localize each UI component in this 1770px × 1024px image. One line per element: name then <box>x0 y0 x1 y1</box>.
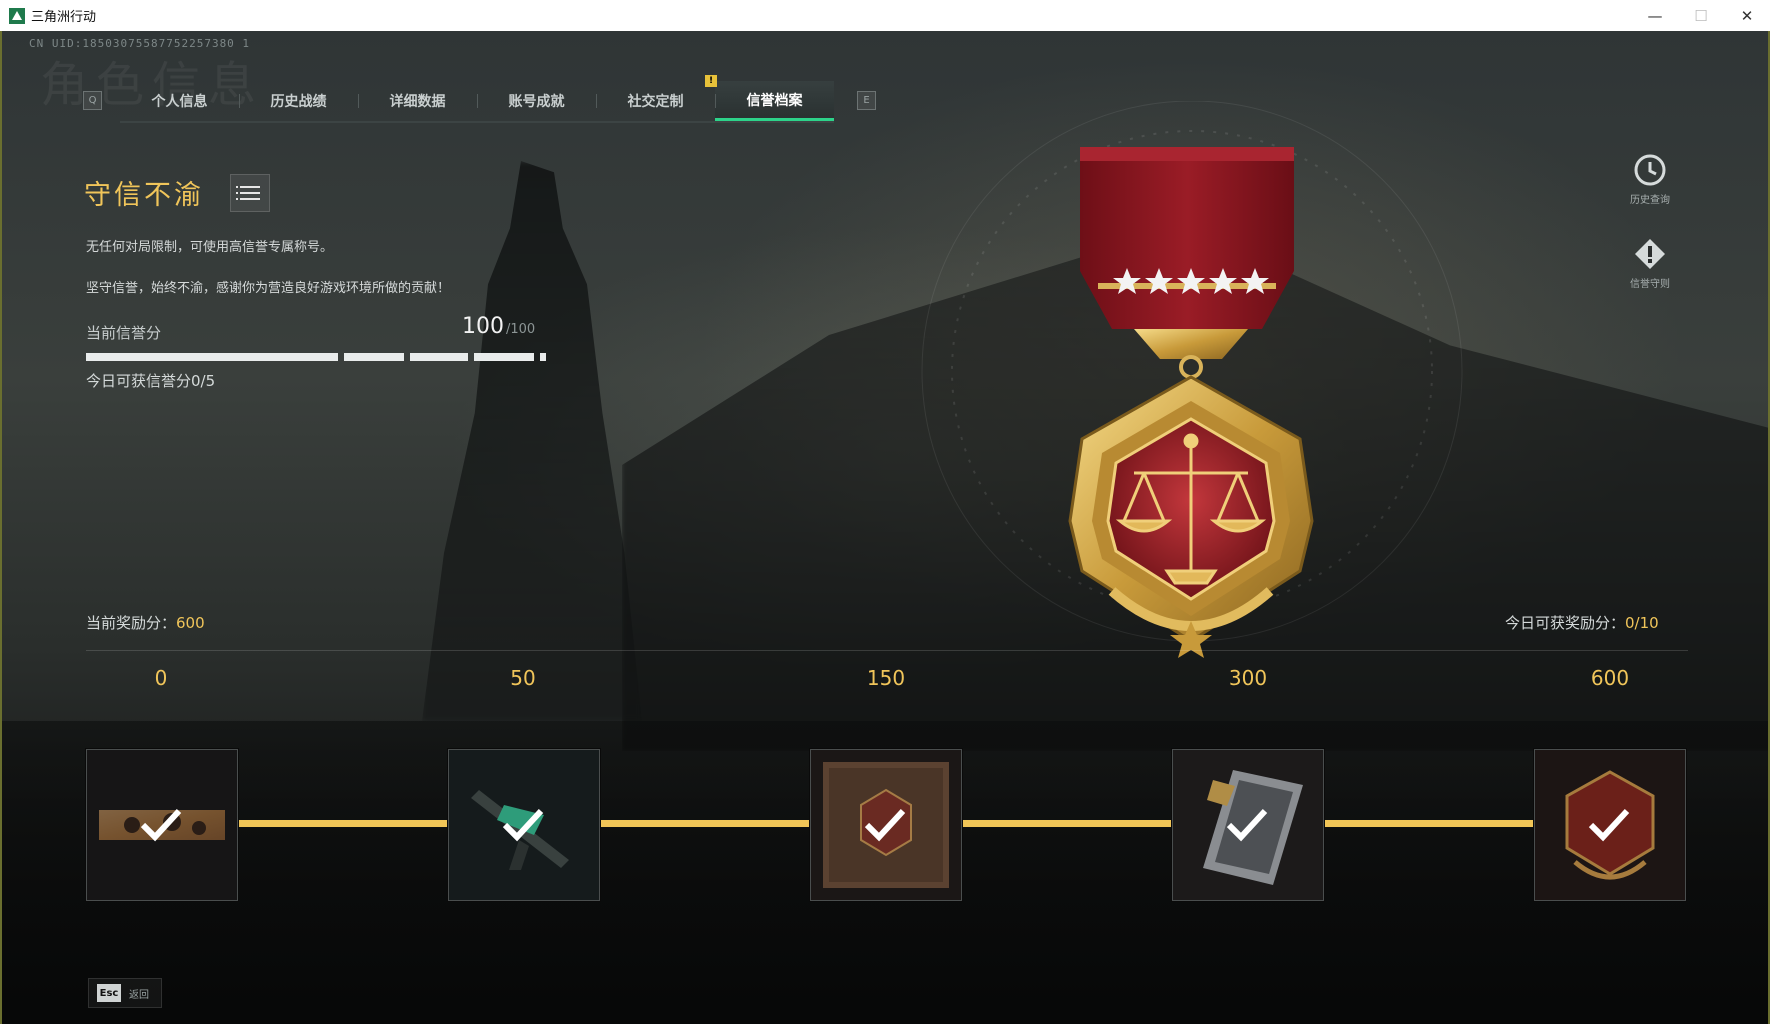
daily-reward-label: 今日可获奖励分： <box>1505 614 1626 632</box>
credit-score-label: 当前信誉分 <box>86 324 162 342</box>
rank-list-button[interactable] <box>230 174 270 212</box>
current-reward-value: 600 <box>176 614 205 632</box>
current-reward-label: 当前奖励分： <box>86 614 177 632</box>
credit-bar-segment <box>540 353 546 361</box>
credit-bar-segment <box>410 353 468 361</box>
reward-tier-0[interactable] <box>86 749 238 901</box>
list-icon <box>236 186 260 188</box>
maximize-button[interactable]: ☐ <box>1678 0 1724 31</box>
tab-alert-badge: ! <box>705 75 717 87</box>
tab-credit-record[interactable]: 信誉档案 <box>715 81 834 121</box>
medal-ribbon <box>1080 147 1294 329</box>
claimed-check-icon <box>1226 808 1268 842</box>
player-uid: CN UID:18503075587752257380 1 <box>29 37 251 50</box>
list-icon-line <box>236 198 260 200</box>
back-label: 返回 <box>129 989 149 1001</box>
clock-history-icon <box>1634 154 1666 186</box>
warning-diamond-icon <box>1635 239 1665 269</box>
credit-bar-segment <box>344 353 404 361</box>
minimize-button[interactable]: — <box>1632 0 1678 31</box>
esc-key-icon: Esc <box>97 984 121 1002</box>
daily-reward-score: 今日可获奖励分：0/10 <box>1505 612 1659 633</box>
reward-divider <box>86 650 1688 651</box>
credit-rank-title: 守信不渝 <box>84 180 204 211</box>
credit-medal <box>921 101 1463 658</box>
credit-rules-label: 信誉守则 <box>1630 279 1670 290</box>
reward-tier-50[interactable] <box>448 749 600 901</box>
tier-score-150: 150 <box>866 666 906 690</box>
daily-credit-gain: 今日可获信誉分0/5 <box>86 372 216 390</box>
history-query-label: 历史查询 <box>1630 195 1670 206</box>
daily-reward-value: 0/10 <box>1625 614 1659 632</box>
reward-tier-300[interactable] <box>1172 749 1324 901</box>
current-reward-score: 当前奖励分：600 <box>86 612 205 633</box>
background-statue <box>422 161 642 721</box>
claimed-check-icon <box>1588 808 1630 842</box>
back-button[interactable]: Esc 返回 <box>88 978 162 1008</box>
tier-score-0: 0 <box>154 666 168 690</box>
tier-score-600: 600 <box>1590 666 1630 690</box>
claimed-check-icon <box>864 808 906 842</box>
reward-tier-150[interactable] <box>810 749 962 901</box>
credit-score-bar <box>86 353 546 361</box>
tier-score-50: 50 <box>510 666 536 690</box>
reward-tier-600[interactable] <box>1534 749 1686 901</box>
medal-clasp <box>1134 329 1248 359</box>
close-button[interactable]: ✕ <box>1724 0 1770 31</box>
app-icon <box>9 7 25 24</box>
profile-tabs: 个人信息 历史战绩 详细数据 账号成就 社交定制 信誉档案 <box>120 81 834 123</box>
credit-bar-segment <box>474 353 534 361</box>
credit-bar-segment <box>86 353 338 361</box>
history-query-button[interactable]: 历史查询 <box>1620 153 1680 206</box>
medal-ring <box>1179 355 1203 379</box>
tier-score-300: 300 <box>1228 666 1268 690</box>
tab-match-history[interactable]: 历史战绩 <box>239 81 358 121</box>
window-controls: — ☐ ✕ <box>1632 0 1770 31</box>
list-icon-line <box>236 192 260 194</box>
prev-tab-key-hint[interactable]: Q <box>83 91 102 110</box>
credit-rules-button[interactable]: 信誉守则 <box>1620 237 1680 290</box>
tab-social-customization[interactable]: 社交定制 <box>596 81 715 121</box>
game-viewport: 角色信息 CN UID:18503075587752257380 1 Q 个人信… <box>2 31 1768 1024</box>
window-title: 三角洲行动 <box>31 10 97 25</box>
tab-achievements[interactable]: 账号成就 <box>477 81 596 121</box>
rank-description-1: 无任何对局限制，可使用高信誉专属称号。 <box>86 240 334 255</box>
tab-personal-info[interactable]: 个人信息 <box>120 81 239 121</box>
rank-description-2: 坚守信誉，始终不渝，感谢你为营造良好游戏环境所做的贡献！ <box>86 281 451 296</box>
next-tab-key-hint[interactable]: E <box>857 91 876 110</box>
credit-score-max: /100 <box>506 322 536 337</box>
claimed-check-icon <box>140 808 182 842</box>
window-titlebar: 三角洲行动 — ☐ ✕ <box>0 0 1770 32</box>
tab-detailed-stats[interactable]: 详细数据 <box>358 81 477 121</box>
credit-score-value: 100 <box>462 314 504 339</box>
claimed-check-icon <box>502 808 544 842</box>
medal-ribbon-top <box>1080 147 1294 161</box>
